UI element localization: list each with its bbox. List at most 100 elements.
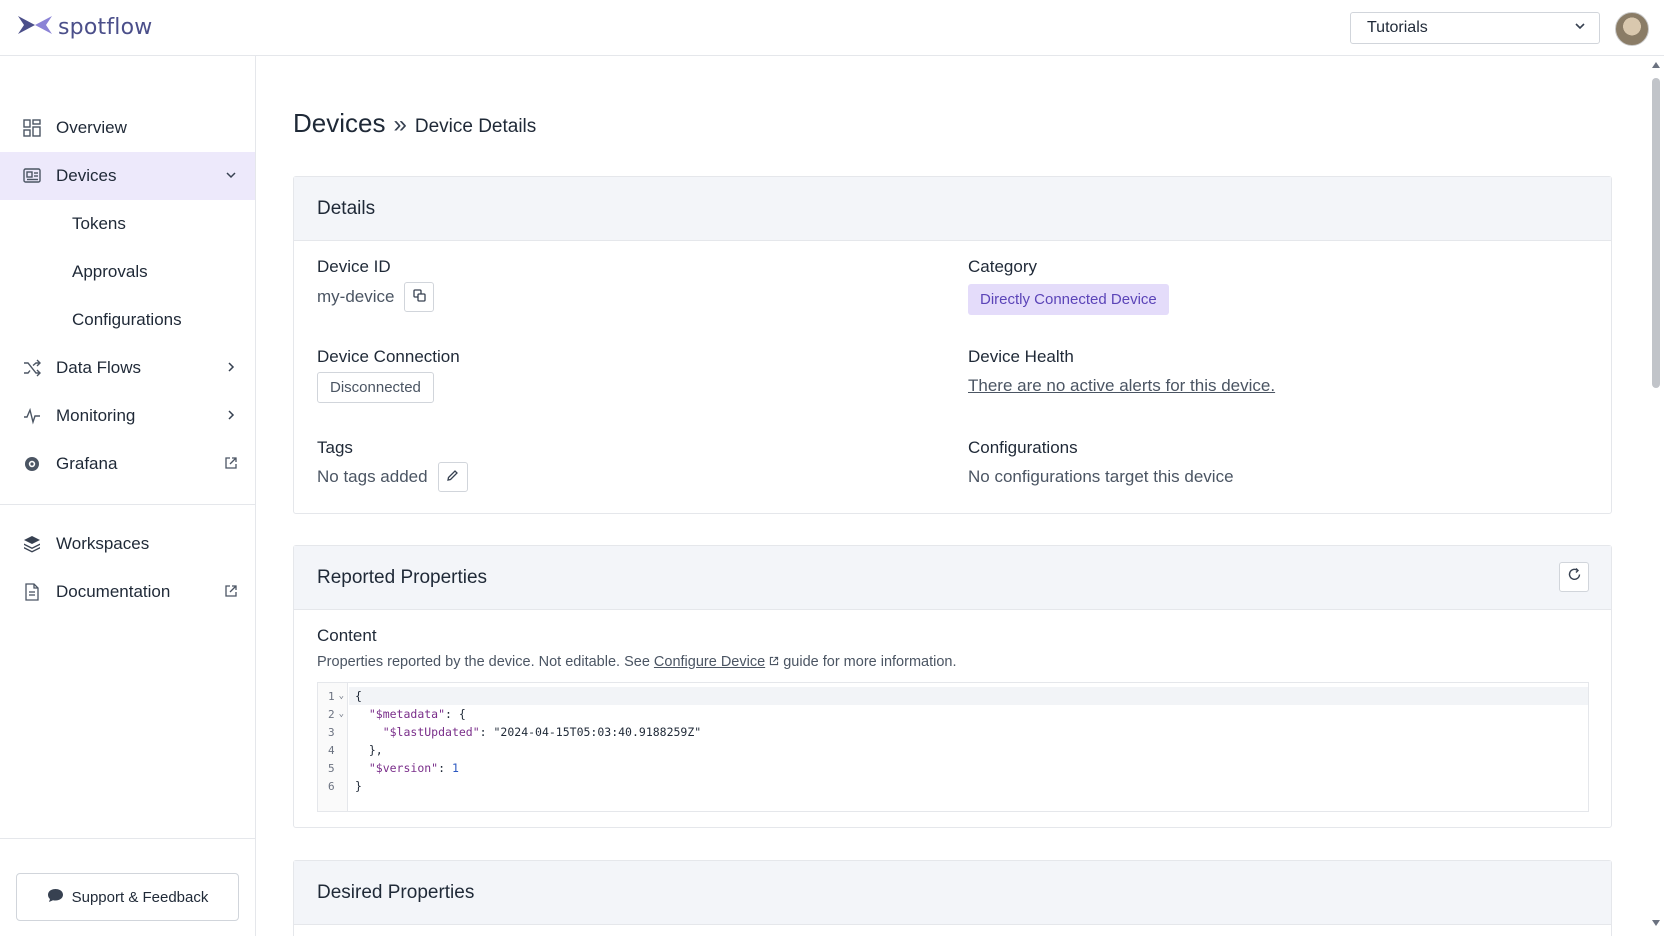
health-row: There are no active alerts for this devi… (968, 376, 1275, 396)
pencil-icon (446, 467, 459, 487)
reported-properties-heading: Reported Properties (317, 566, 488, 588)
sidebar-item-label: Monitoring (56, 406, 136, 425)
sidebar-item-data-flows[interactable]: Data Flows (0, 344, 255, 392)
user-avatar[interactable] (1615, 12, 1649, 46)
grafana-icon (22, 454, 42, 474)
chevron-down-icon (1573, 19, 1587, 38)
tags-row: No tags added (317, 462, 468, 492)
copy-icon (413, 287, 426, 307)
configurations-value: No configurations target this device (968, 467, 1234, 486)
fold-chevron-icon[interactable]: ⌄ (339, 709, 344, 719)
page-scrollbar[interactable] (1648, 56, 1664, 936)
desired-properties-header: Desired Properties (294, 861, 1611, 925)
line-number: 6 (328, 779, 335, 793)
sidebar-divider (0, 504, 255, 505)
scroll-up-arrow-icon[interactable] (1652, 62, 1660, 68)
sidebar-item-configurations[interactable]: Configurations (0, 296, 255, 344)
tags-value: No tags added (317, 467, 428, 486)
support-feedback-button[interactable]: Support & Feedback (16, 873, 239, 921)
tags-label: Tags (317, 438, 353, 457)
layers-icon (22, 534, 42, 554)
connection-row: Disconnected (317, 372, 434, 403)
active-line-highlight (349, 687, 1588, 705)
page-title: Devices » Device Details (293, 108, 536, 139)
category-label: Category (968, 257, 1037, 276)
details-card-header: Details (294, 177, 1611, 241)
support-feedback-label: Support & Feedback (71, 888, 209, 906)
edit-tags-button[interactable] (437, 462, 468, 492)
connection-label: Device Connection (317, 347, 460, 366)
line-number: 4 (328, 743, 335, 757)
sidebar-item-label: Overview (56, 118, 127, 137)
code-line: } (355, 779, 362, 793)
code-line: }, (355, 743, 383, 757)
sidebar-item-label: Documentation (56, 582, 171, 601)
reported-properties-header: Reported Properties (294, 546, 1611, 610)
line-number: 3 (328, 725, 335, 739)
code-line: "$version": 1 (368, 761, 459, 775)
sidebar-item-approvals[interactable]: Approvals (0, 248, 255, 296)
health-alerts-link[interactable]: There are no active alerts for this devi… (968, 376, 1275, 396)
configure-device-link[interactable]: Configure Device (654, 654, 765, 670)
device-id-row: my-device (317, 282, 435, 312)
editor-gutter: 1 ⌄ 2 ⌄ 3 4 5 6 (318, 683, 348, 811)
main-content: Devices » Device Details Details Device … (256, 56, 1646, 936)
sidebar-item-workspaces[interactable]: Workspaces (0, 520, 255, 568)
chevron-right-icon (223, 359, 239, 375)
connection-status-badge: Disconnected (317, 372, 434, 403)
fold-chevron-icon[interactable]: ⌄ (339, 691, 344, 701)
breadcrumb-devices[interactable]: Devices (293, 108, 385, 139)
breadcrumb-separator: » (393, 111, 407, 138)
content-description-text: Properties reported by the device. Not e… (317, 654, 654, 670)
configurations-label: Configurations (968, 438, 1078, 457)
breadcrumb-device-details: Device Details (414, 116, 537, 137)
health-label: Device Health (968, 347, 1074, 366)
device-id-label: Device ID (317, 257, 391, 276)
line-number: 2 ⌄ (328, 707, 345, 721)
refresh-button[interactable] (1559, 562, 1589, 592)
code-line: "$metadata": { (368, 707, 466, 721)
brand-logo[interactable]: spotflow (16, 14, 152, 41)
top-bar: spotflow Tutorials (0, 0, 1664, 56)
scroll-down-arrow-icon[interactable] (1652, 920, 1660, 926)
refresh-icon (1567, 566, 1582, 588)
sidebar-item-devices[interactable]: Devices (0, 152, 255, 200)
sidebar-item-overview[interactable]: Overview (0, 104, 255, 152)
device-icon (22, 166, 42, 186)
desired-properties-heading: Desired Properties (317, 881, 475, 903)
sidebar-item-documentation[interactable]: Documentation (0, 568, 255, 616)
line-number: 1 ⌄ (328, 689, 345, 703)
content-description: Properties reported by the device. Not e… (317, 654, 957, 670)
device-id-value: my-device (317, 287, 395, 306)
category-row: Directly Connected Device (968, 284, 1169, 315)
sidebar-item-label: Devices (56, 166, 117, 185)
copy-device-id-button[interactable] (404, 282, 435, 312)
reported-properties-card: Reported Properties Content Properties r… (293, 545, 1612, 828)
details-heading: Details (317, 197, 376, 219)
chevron-right-icon (223, 407, 239, 423)
sidebar-item-label: Tokens (72, 214, 126, 233)
workspace-select[interactable]: Tutorials (1350, 12, 1600, 44)
json-code-editor[interactable]: 1 ⌄ 2 ⌄ 3 4 5 6 { "$metadata": { "$lastUpd… (317, 682, 1589, 812)
spotflow-logo-icon (16, 14, 54, 41)
sidebar-item-label: Configurations (72, 310, 182, 329)
pulse-icon (22, 406, 42, 426)
code-line: "$lastUpdated": "2024-04-15T05:03:40.918… (382, 725, 702, 739)
external-link-icon (769, 654, 779, 670)
workspace-select-value: Tutorials (1367, 19, 1428, 36)
logo-text: spotflow (58, 15, 153, 40)
sidebar-item-label: Approvals (72, 262, 148, 281)
chat-bubble-icon (47, 888, 64, 907)
sidebar-item-tokens[interactable]: Tokens (0, 200, 255, 248)
sidebar-item-label: Workspaces (56, 534, 150, 553)
shuffle-icon (22, 358, 42, 378)
sidebar-item-monitoring[interactable]: Monitoring (0, 392, 255, 440)
sidebar-item-label: Data Flows (56, 358, 142, 377)
sidebar-item-grafana[interactable]: Grafana (0, 440, 255, 488)
category-badge: Directly Connected Device (968, 284, 1169, 315)
scrollbar-thumb[interactable] (1652, 78, 1660, 388)
sidebar-divider (0, 838, 255, 839)
desired-properties-card: Desired Properties (293, 860, 1612, 936)
content-description-suffix: guide for more information. (779, 654, 957, 670)
grid-icon (22, 118, 42, 138)
